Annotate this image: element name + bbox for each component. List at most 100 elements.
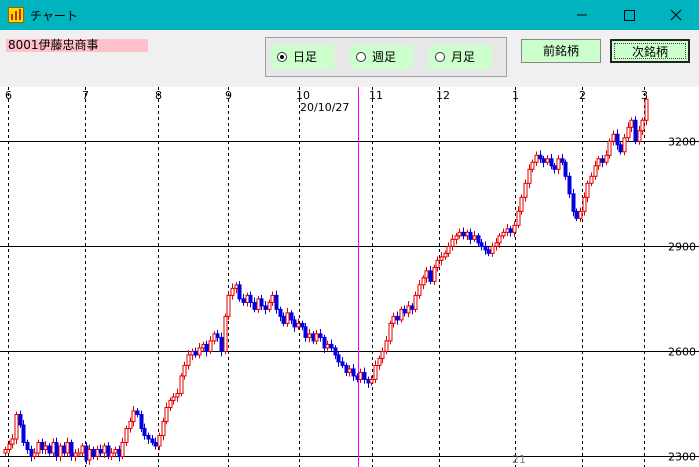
month-label: 7 <box>82 89 89 102</box>
candle-down <box>549 158 554 167</box>
candle-down <box>395 315 400 321</box>
candle-down <box>340 361 345 366</box>
candle-down <box>25 441 30 450</box>
candle-up <box>7 443 12 450</box>
candle-up <box>421 277 426 286</box>
candle-up <box>622 137 627 153</box>
price-chart[interactable]: 32002900260023006 7 8 9 10 11 12 1 2 320/10/2721 <box>0 87 699 467</box>
candle-down <box>508 228 513 233</box>
candle-down <box>21 424 26 443</box>
candle-up <box>530 161 535 170</box>
candle-up <box>443 252 448 258</box>
candle-up <box>270 294 275 303</box>
candle-down <box>139 413 144 429</box>
candle-down <box>461 231 466 237</box>
candle-down <box>552 165 557 170</box>
period-monthly-radio[interactable]: 月足 <box>429 45 492 69</box>
month-label: 6 <box>5 89 12 102</box>
candle-down <box>300 322 305 328</box>
window-title: チャート <box>30 9 78 23</box>
candle-up <box>406 305 411 314</box>
candle-up <box>512 224 517 233</box>
maximize-icon <box>624 10 635 21</box>
candle-up <box>65 441 70 454</box>
candle-down <box>571 193 576 212</box>
candle-down <box>574 210 579 219</box>
candle-up <box>314 333 319 342</box>
candle-up <box>391 315 396 324</box>
candle-up <box>497 235 502 244</box>
candle-up <box>629 119 634 128</box>
candle-down <box>274 294 279 310</box>
period-daily-radio[interactable]: 日足 <box>271 45 334 69</box>
title-bar[interactable]: チャート <box>0 0 699 30</box>
candle-down <box>329 343 334 349</box>
candle-up <box>384 340 389 352</box>
period-weekly-label: 週足 <box>372 50 397 64</box>
candle-up <box>585 182 590 198</box>
close-icon <box>670 9 682 21</box>
candle-down <box>486 249 491 254</box>
candle-up <box>230 287 235 296</box>
close-button[interactable] <box>653 0 699 30</box>
candle-up <box>307 333 312 338</box>
radio-unselected-icon <box>435 52 445 62</box>
price-tick-label: 2900 <box>668 241 696 254</box>
candle-down <box>600 158 605 163</box>
candle-up <box>534 154 539 163</box>
prev-stock-button[interactable]: 前銘柄 <box>521 39 601 63</box>
candle-up <box>424 270 429 279</box>
candle-up <box>175 392 180 398</box>
candle-up <box>604 154 609 163</box>
candle-up <box>87 448 92 461</box>
candle-up <box>626 126 631 139</box>
candle-up <box>523 182 528 198</box>
candle-up <box>120 441 125 457</box>
candle-up <box>32 452 37 457</box>
candle-up <box>113 448 118 454</box>
candle-down <box>219 336 224 352</box>
candle-up <box>186 354 191 366</box>
candle-up <box>43 445 48 450</box>
candle-up <box>223 315 228 352</box>
candle-down <box>47 445 52 454</box>
candle-up <box>124 427 129 443</box>
candle-up <box>168 399 173 408</box>
candle-down <box>146 434 151 440</box>
month-label: 2 <box>579 89 586 102</box>
candle-down <box>402 308 407 314</box>
candle-up <box>457 231 462 237</box>
candle-down <box>479 242 484 247</box>
candle-down <box>336 354 341 363</box>
minimize-button[interactable] <box>559 0 605 30</box>
cursor-date-label: 20/10/27 <box>300 101 349 114</box>
candle-down <box>150 438 155 443</box>
candle-up <box>527 168 532 184</box>
candle-down <box>362 371 367 380</box>
candle-up <box>36 441 41 454</box>
candle-up <box>501 231 506 237</box>
candle-down <box>248 294 253 303</box>
period-weekly-radio[interactable]: 週足 <box>350 45 413 69</box>
candle-up <box>296 322 301 328</box>
candle-down <box>135 410 140 415</box>
candle-up <box>519 196 524 212</box>
candle-up <box>611 133 616 142</box>
candle-down <box>215 333 220 338</box>
candle-up <box>131 410 136 422</box>
next-stock-button[interactable]: 次銘柄 <box>610 39 690 63</box>
candle-down <box>292 319 297 328</box>
price-tick-label: 2300 <box>668 451 696 464</box>
candle-up <box>373 364 378 380</box>
candle-down <box>563 161 568 177</box>
candle-up <box>3 448 8 454</box>
candle-up <box>593 165 598 177</box>
maximize-button[interactable] <box>606 0 652 30</box>
month-label: 12 <box>436 89 450 102</box>
candle-up <box>556 158 561 170</box>
candle-up <box>76 452 81 456</box>
candle-down <box>91 448 96 457</box>
period-monthly-label: 月足 <box>451 50 476 64</box>
candle-down <box>541 158 546 163</box>
candle-down <box>241 298 246 303</box>
